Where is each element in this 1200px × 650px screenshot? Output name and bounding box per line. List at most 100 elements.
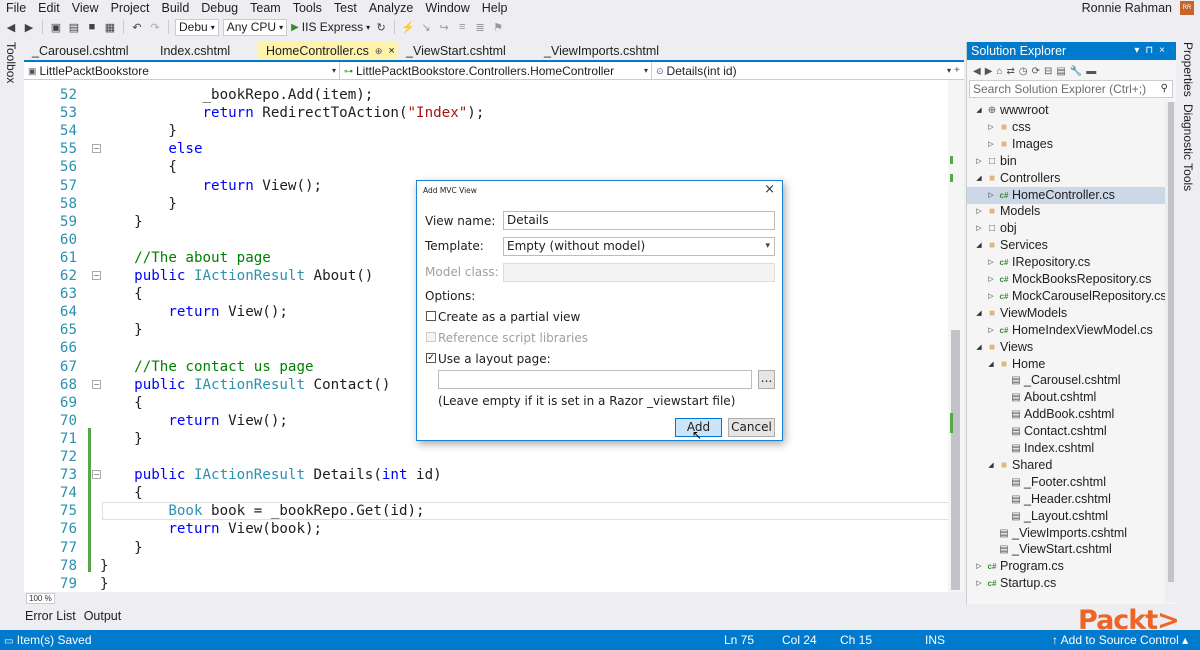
document-tab[interactable]: _ViewImports.cshtml [536, 42, 664, 60]
back-icon[interactable]: ◀ [973, 66, 981, 77]
expand-arrow-icon[interactable]: ▷ [987, 288, 995, 305]
code-line[interactable]: 53 return RedirectToAction("Index"); [24, 104, 954, 122]
browser-link-icon[interactable]: ⚡ [401, 20, 415, 34]
expand-arrow-icon[interactable]: ▷ [987, 271, 995, 288]
forward-icon[interactable]: ▶ [985, 66, 993, 77]
expand-arrow-icon[interactable]: ▷ [987, 136, 995, 153]
expand-arrow-icon[interactable]: ▷ [987, 187, 995, 204]
collapse-region-icon[interactable]: − [92, 379, 101, 389]
tree-item[interactable]: ▷ ■ Models [967, 203, 1165, 220]
tree-item[interactable]: ▷ c# Program.cs [967, 558, 1165, 575]
close-icon[interactable]: × [764, 182, 775, 197]
cancel-button[interactable]: Cancel [728, 418, 775, 437]
document-tab[interactable]: HomeController.cs ⊕ × [258, 42, 398, 60]
code-line[interactable]: 72 [24, 448, 954, 466]
panel-window-buttons[interactable]: ▾⊓× [1134, 42, 1171, 60]
view-name-input[interactable]: Details [503, 211, 775, 230]
expand-arrow-icon[interactable]: ▷ [987, 254, 995, 271]
solution-platform-select[interactable]: Any CPU ▾ [222, 18, 288, 36]
step-over-icon[interactable]: ↪ [437, 20, 451, 34]
menu-window[interactable]: Window [419, 0, 475, 16]
tree-item[interactable]: ▷ ■ css [967, 119, 1165, 136]
toolbox-tab[interactable]: Toolbox [4, 42, 18, 83]
redo-icon[interactable]: ↷ [148, 20, 162, 34]
pin-icon[interactable]: ⊕ [375, 42, 383, 60]
layout-page-checkbox[interactable]: ✓ [426, 353, 436, 363]
collapse-arrow-icon[interactable]: ◢ [975, 170, 983, 187]
solution-explorer-scroll-thumb[interactable] [1168, 102, 1174, 582]
tree-item[interactable]: ▷ □ obj [967, 220, 1165, 237]
tree-item[interactable]: ▤ Index.cshtml [967, 440, 1165, 457]
tree-item[interactable]: ▤ _ViewStart.cshtml [967, 541, 1165, 558]
collapse-arrow-icon[interactable]: ◢ [987, 457, 995, 474]
uncomment-icon[interactable]: ≣ [473, 20, 487, 34]
partial-view-checkbox[interactable] [426, 311, 436, 321]
save-icon[interactable]: ■ [85, 20, 99, 34]
menu-project[interactable]: Project [105, 0, 156, 16]
editor-scroll-thumb[interactable] [951, 330, 960, 590]
code-line[interactable]: 56 { [24, 158, 954, 176]
close-icon[interactable]: × [388, 42, 394, 60]
expand-arrow-icon[interactable]: ▷ [975, 220, 983, 237]
pending-changes-icon[interactable]: ◷ [1019, 66, 1028, 77]
collapse-arrow-icon[interactable]: ◢ [975, 305, 983, 322]
menu-analyze[interactable]: Analyze [363, 0, 419, 16]
tree-item[interactable]: ▷ c# HomeController.cs [967, 186, 1165, 204]
collapse-arrow-icon[interactable]: ◢ [975, 237, 983, 254]
code-line[interactable]: 74 { [24, 484, 954, 502]
code-line[interactable]: 79} [24, 575, 954, 592]
preview-icon[interactable]: ▬ [1086, 66, 1096, 77]
script-libraries-checkbox[interactable] [426, 332, 436, 342]
expand-arrow-icon[interactable]: ▷ [975, 558, 983, 575]
menu-build[interactable]: Build [155, 0, 195, 16]
collapse-all-icon[interactable]: ⊟ [1044, 66, 1052, 77]
properties-icon[interactable]: 🔧 [1070, 66, 1082, 77]
code-line[interactable]: 54 } [24, 122, 954, 140]
menu-debug[interactable]: Debug [195, 0, 244, 16]
collapse-arrow-icon[interactable]: ◢ [975, 339, 983, 356]
expand-arrow-icon[interactable]: ▷ [975, 203, 983, 220]
collapse-region-icon[interactable]: − [92, 271, 101, 280]
user-name[interactable]: Ronnie Rahman [1082, 0, 1172, 16]
expand-arrow-icon[interactable]: ▷ [975, 153, 983, 170]
project-select[interactable]: ▣ LittlePacktBookstore ▾ [24, 62, 340, 80]
open-file-icon[interactable]: ▤ [67, 20, 81, 34]
template-select[interactable]: Empty (without model) ▾ [503, 237, 775, 256]
expand-arrow-icon[interactable]: ▷ [987, 119, 995, 136]
output-tab[interactable]: Output [81, 606, 125, 626]
code-line[interactable]: 76 return View(book); [24, 520, 954, 538]
home-icon[interactable]: ⌂ [996, 66, 1002, 77]
tree-item[interactable]: ▤ AddBook.cshtml [967, 406, 1165, 423]
menu-edit[interactable]: Edit [32, 0, 66, 16]
split-editor-icon[interactable]: + [954, 62, 964, 80]
browse-button[interactable]: ... [758, 370, 775, 389]
tree-item[interactable]: ◢ ■ Services [967, 237, 1165, 254]
code-line[interactable]: 78} [24, 557, 954, 575]
tree-item[interactable]: ◢ ■ Shared [967, 457, 1165, 474]
document-tab[interactable]: _ViewStart.cshtml [398, 42, 536, 60]
switch-views-icon[interactable]: ⇄ [1006, 66, 1014, 77]
tree-item[interactable]: ◢ ■ Views [967, 339, 1165, 356]
tree-item[interactable]: ▤ Contact.cshtml [967, 423, 1165, 440]
menu-file[interactable]: File [0, 0, 32, 16]
show-all-files-icon[interactable]: ▤ [1056, 66, 1065, 77]
collapse-arrow-icon[interactable]: ◢ [987, 356, 995, 373]
tree-item[interactable]: ▷ c# HomeIndexViewModel.cs [967, 322, 1165, 339]
undo-icon[interactable]: ↶ [130, 20, 144, 34]
menu-team[interactable]: Team [244, 0, 287, 16]
new-project-icon[interactable]: ▣ [49, 20, 63, 34]
back-icon[interactable]: ◀ [4, 20, 18, 34]
menu-help[interactable]: Help [476, 0, 514, 16]
tree-item[interactable]: ▷ c# MockCarouselRepository.cs [967, 288, 1165, 305]
sync-icon[interactable]: ⟳ [1032, 66, 1040, 77]
expand-arrow-icon[interactable]: ▷ [987, 322, 995, 339]
model-class-select[interactable] [503, 263, 775, 282]
collapse-region-icon[interactable]: − [92, 470, 101, 480]
code-line[interactable]: 73 public IActionResult Details(int id) − [24, 466, 954, 484]
tree-item[interactable]: ◢ ■ Controllers [967, 170, 1165, 187]
code-line[interactable]: 75 Book book = _bookRepo.Get(id); [24, 502, 954, 520]
properties-tab[interactable]: Properties [1181, 42, 1195, 97]
type-select[interactable]: ⊶ LittlePacktBookstore.Controllers.HomeC… [340, 62, 652, 80]
code-line[interactable]: 77 } [24, 539, 954, 557]
solution-configuration-select[interactable]: Debu ▾ [175, 18, 219, 36]
